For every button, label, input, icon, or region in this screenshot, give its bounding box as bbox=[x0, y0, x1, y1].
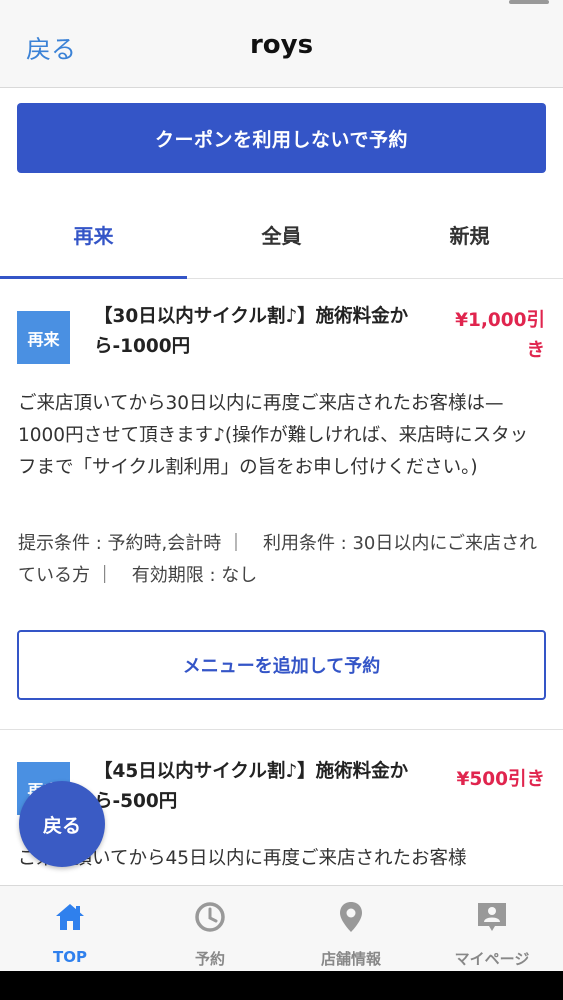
nav-item-store-info[interactable]: 店舗情報 bbox=[281, 886, 421, 972]
home-icon bbox=[56, 904, 84, 930]
coupon-title: 【45日以内サイクル割♪】施術料金から-500円 bbox=[94, 761, 409, 812]
add-menu-reserve-button[interactable]: メニューを追加して予約 bbox=[17, 630, 546, 700]
navigation-header: 戻る roys bbox=[0, 0, 563, 88]
bottom-tab-bar: TOP 予約 店舗情報 マイページ bbox=[0, 885, 563, 971]
coupon-discount: ¥500引き bbox=[456, 769, 546, 790]
nav-item-label: 予約 bbox=[194, 950, 225, 968]
page-title: roys bbox=[249, 30, 314, 60]
active-tab-indicator bbox=[0, 276, 187, 279]
tab-all[interactable]: 全員 bbox=[188, 189, 375, 279]
user-card-icon bbox=[478, 903, 506, 931]
reserve-without-coupon-button[interactable]: クーポンを利用しないで予約 bbox=[17, 103, 546, 173]
floating-back-button[interactable]: 戻る bbox=[19, 781, 105, 867]
nav-item-label: マイページ bbox=[454, 950, 530, 968]
customer-type-tabs: 再来 全員 新規 bbox=[0, 189, 563, 279]
coupon-type-badge: 再来 bbox=[17, 311, 70, 364]
coupon-description: ご来店頂いてから30日以内に再度ご来店されたお客様は—1000円させて頂きます♪… bbox=[18, 393, 529, 478]
coupon-list-scroll[interactable]: クーポンを利用しないで予約 再来 全員 新規 再来 【30日以内サイクル割♪】施… bbox=[0, 89, 563, 885]
nav-item-label: TOP bbox=[53, 948, 87, 966]
nav-item-my-page[interactable]: マイページ bbox=[422, 886, 562, 972]
coupon-title: 【30日以内サイクル割♪】施術料金から-1000円 bbox=[94, 306, 409, 357]
nav-item-reservation[interactable]: 予約 bbox=[140, 886, 280, 972]
nav-item-label: 店舗情報 bbox=[320, 950, 381, 968]
coupon-conditions: 提示条件 : 予約時,会計時 ｜ 利用条件 : 30日以内にご来店されている方 … bbox=[18, 533, 538, 586]
coupon-discount: ¥1,000引き bbox=[455, 310, 545, 361]
system-navigation-bar bbox=[0, 971, 563, 1000]
clock-icon bbox=[195, 902, 225, 932]
tab-new[interactable]: 新規 bbox=[376, 189, 563, 279]
nav-item-top[interactable]: TOP bbox=[0, 886, 140, 972]
status-bar-indicator bbox=[509, 0, 549, 4]
coupon-card: 再来 【30日以内サイクル割♪】施術料金から-1000円 ¥1,000引き ご来… bbox=[0, 280, 563, 730]
tab-returning[interactable]: 再来 bbox=[0, 189, 187, 279]
map-pin-icon bbox=[340, 902, 362, 932]
